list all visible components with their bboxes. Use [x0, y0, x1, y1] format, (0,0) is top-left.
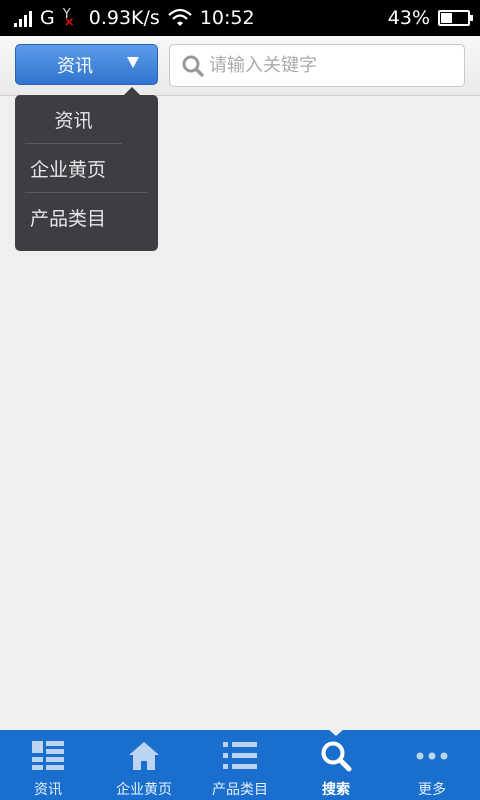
no-data-icon: Y × — [62, 7, 75, 30]
battery-percent: 43% — [387, 7, 430, 29]
more-dots-icon — [416, 752, 448, 760]
nav-item-more[interactable]: 更多 — [384, 730, 480, 800]
search-icon — [321, 741, 352, 772]
nav-item-label: 企业黄页 — [116, 782, 172, 798]
network-speed: 0.93K/s — [88, 7, 160, 29]
home-icon — [129, 742, 159, 770]
battery-icon — [438, 10, 473, 26]
nav-item-product-categories[interactable]: 产品类目 — [192, 730, 288, 800]
caret-down-icon — [127, 57, 139, 68]
search-icon — [182, 55, 204, 77]
network-type: G — [40, 7, 55, 29]
top-bar: 资讯 — [0, 36, 480, 96]
dropdown-item-news[interactable]: 资讯 — [25, 95, 122, 144]
search-input[interactable] — [209, 55, 449, 76]
clock: 10:52 — [199, 7, 255, 29]
bottom-nav: 资讯 企业黄页 产品类目 搜索 更多 — [0, 729, 480, 800]
wifi-icon — [168, 8, 192, 26]
bullet-list-icon — [223, 742, 257, 769]
nav-item-label: 产品类目 — [212, 782, 268, 798]
dropdown-item-label: 产品类目 — [30, 208, 107, 230]
active-indicator — [328, 729, 344, 736]
nav-item-company-directory[interactable]: 企业黄页 — [96, 730, 192, 800]
nav-item-news[interactable]: 资讯 — [0, 730, 96, 800]
category-dropdown: 资讯 企业黄页 产品类目 — [15, 87, 158, 251]
dropdown-item-label: 资讯 — [54, 109, 93, 132]
dropdown-item-company-directory[interactable]: 企业黄页 — [25, 144, 148, 193]
category-select-label: 资讯 — [57, 55, 93, 77]
list-grid-icon — [32, 741, 64, 770]
nav-item-label: 资讯 — [34, 782, 62, 798]
status-right: 43% — [387, 0, 473, 36]
dropdown-item-product-categories[interactable]: 产品类目 — [25, 193, 148, 242]
nav-item-label: 更多 — [418, 782, 446, 798]
search-box[interactable] — [169, 44, 465, 87]
nav-item-search[interactable]: 搜索 — [288, 729, 384, 800]
status-bar: G Y × 0.93K/s 10:52 43% — [0, 0, 480, 36]
nav-item-label: 搜索 — [322, 782, 350, 798]
category-select[interactable]: 资讯 — [15, 44, 158, 85]
status-left: G Y × 0.93K/s 10:52 — [14, 0, 255, 36]
dropdown-item-label: 企业黄页 — [30, 158, 107, 181]
signal-icon — [14, 9, 32, 27]
